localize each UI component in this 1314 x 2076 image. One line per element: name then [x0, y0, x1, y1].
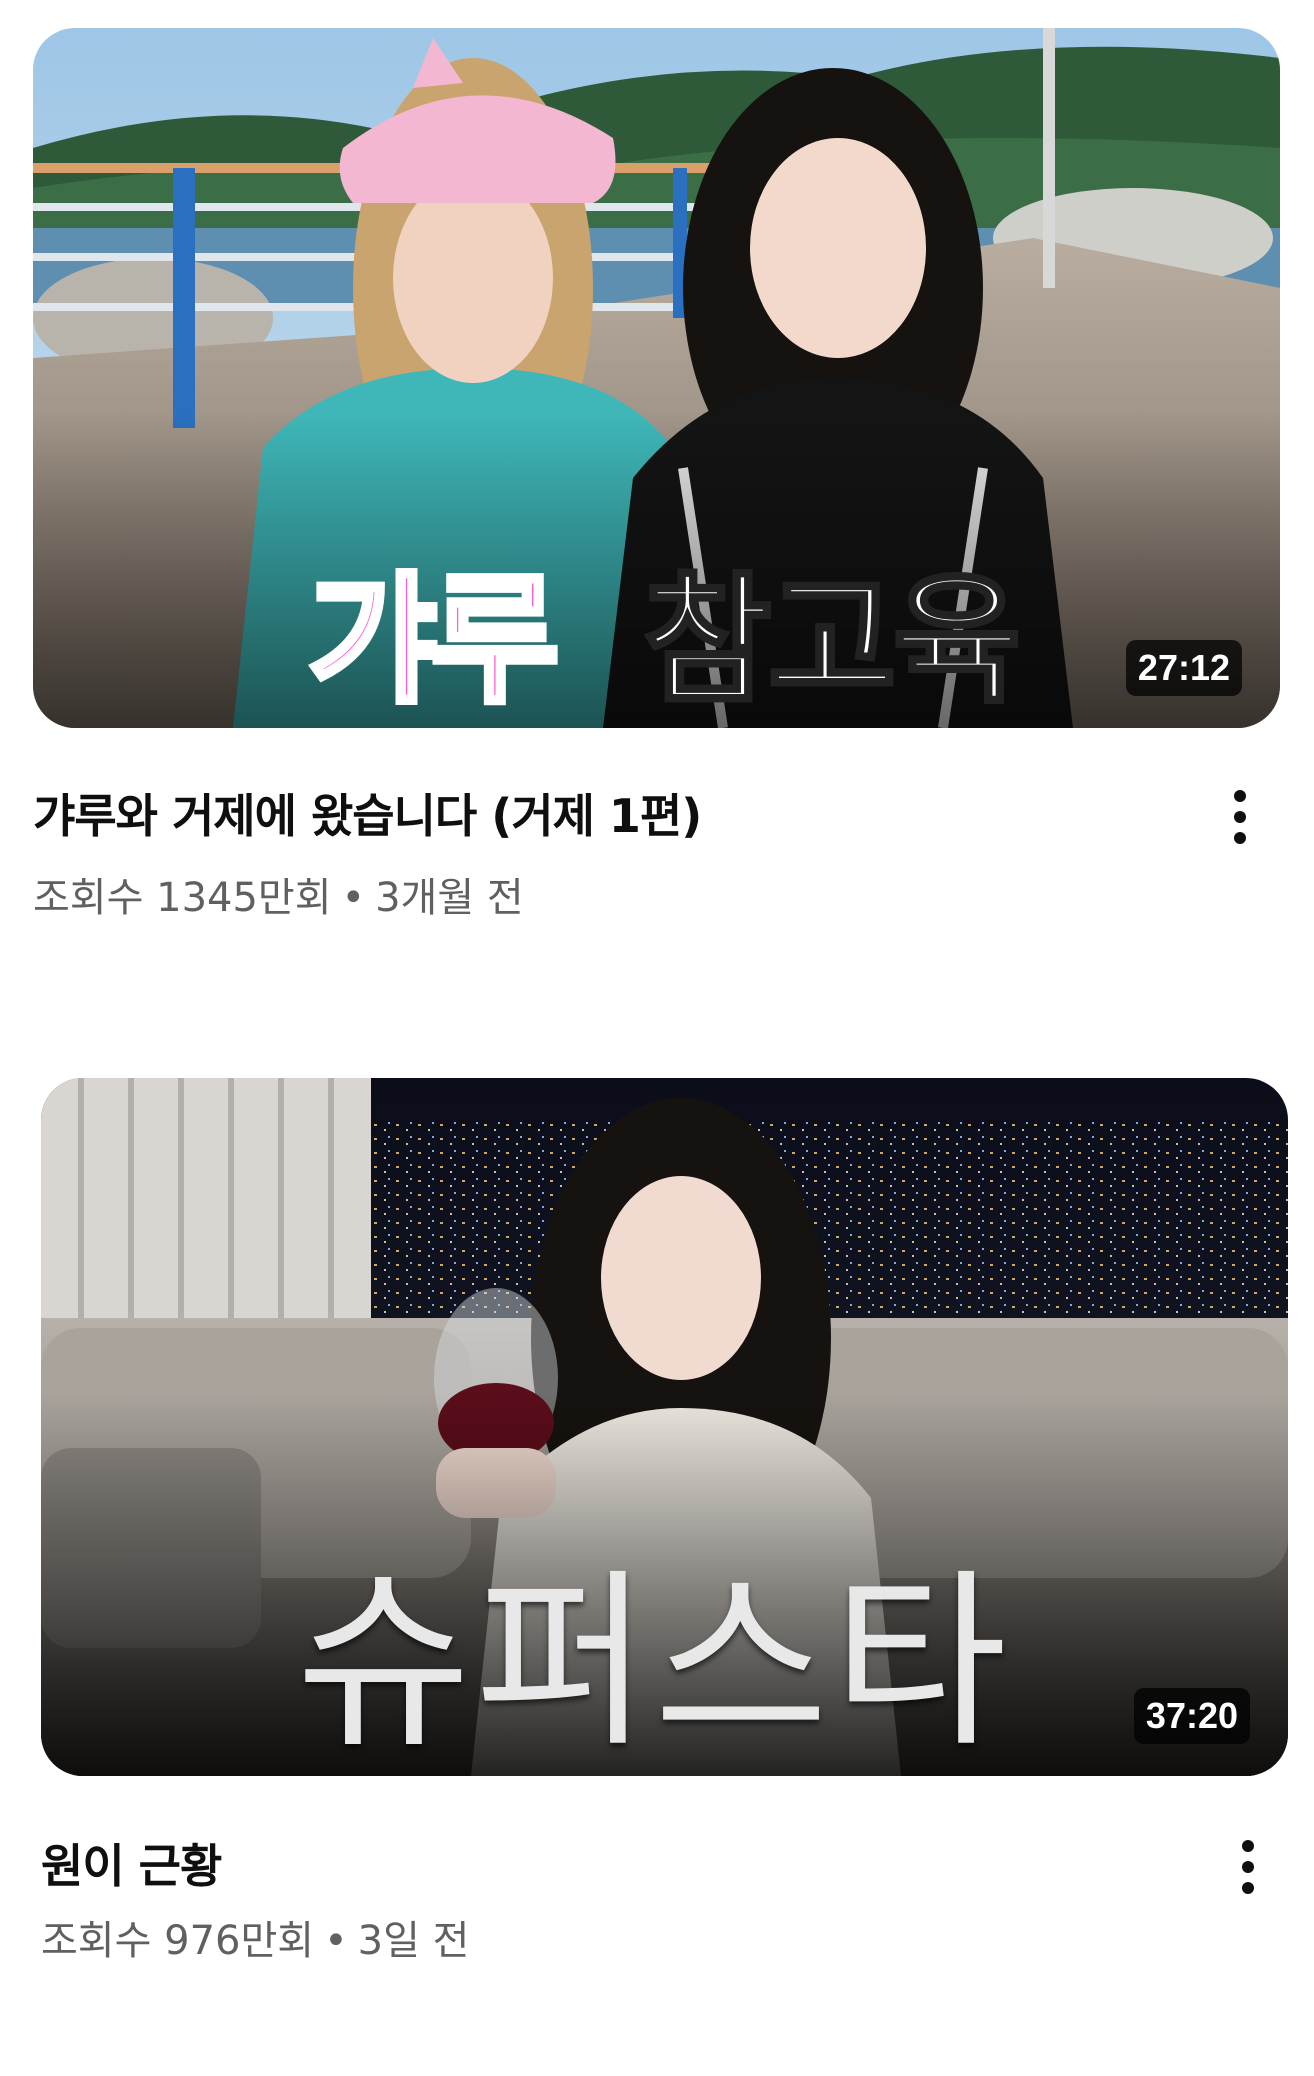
meta-separator: • — [341, 875, 366, 921]
video-title[interactable]: 원이 근황 — [41, 1830, 222, 1896]
more-dot — [1234, 811, 1246, 823]
thumbnail-overlay-text: 참고육 — [641, 557, 1023, 725]
more-dot — [1242, 1840, 1254, 1852]
video-metadata: 조회수 1345만회 • 3개월 전 — [33, 865, 524, 923]
video-duration-badge: 27:12 — [1125, 640, 1242, 696]
more-dot — [1234, 790, 1246, 802]
thumbnail-overlay-text: 슈퍼스타 — [296, 1552, 1012, 1773]
more-dot — [1242, 1882, 1254, 1894]
video-card[interactable]: 갸루 참고육 27:12 갸루와 거제에 왔습니다 (거제 1편) 조회수 13… — [0, 0, 1314, 980]
thumbnail-overlay-text-pink: 갸루 — [305, 557, 563, 726]
video-metadata: 조회수 976만회 • 3일 전 — [41, 1908, 469, 1966]
video-thumbnail[interactable]: 갸루 참고육 27:12 — [33, 28, 1280, 728]
more-vert-icon[interactable] — [1220, 777, 1260, 857]
meta-separator: • — [324, 1918, 348, 1964]
upload-age: 3개월 전 — [375, 875, 524, 921]
view-count: 조회수 976만회 — [41, 1918, 315, 1964]
video-duration-badge: 37:20 — [1133, 1688, 1250, 1744]
video-thumbnail[interactable]: 슈퍼스타 37:20 — [41, 1078, 1288, 1776]
upload-age: 3일 전 — [357, 1918, 470, 1964]
more-dot — [1242, 1861, 1254, 1873]
video-title[interactable]: 갸루와 거제에 왔습니다 (거제 1편) — [33, 780, 702, 846]
video-card[interactable]: 슈퍼스타 37:20 원이 근황 조회수 976만회 • 3일 전 — [0, 1050, 1314, 2076]
more-dot — [1234, 832, 1246, 844]
more-vert-icon[interactable] — [1228, 1827, 1268, 1907]
view-count: 조회수 1345만회 — [33, 875, 332, 921]
